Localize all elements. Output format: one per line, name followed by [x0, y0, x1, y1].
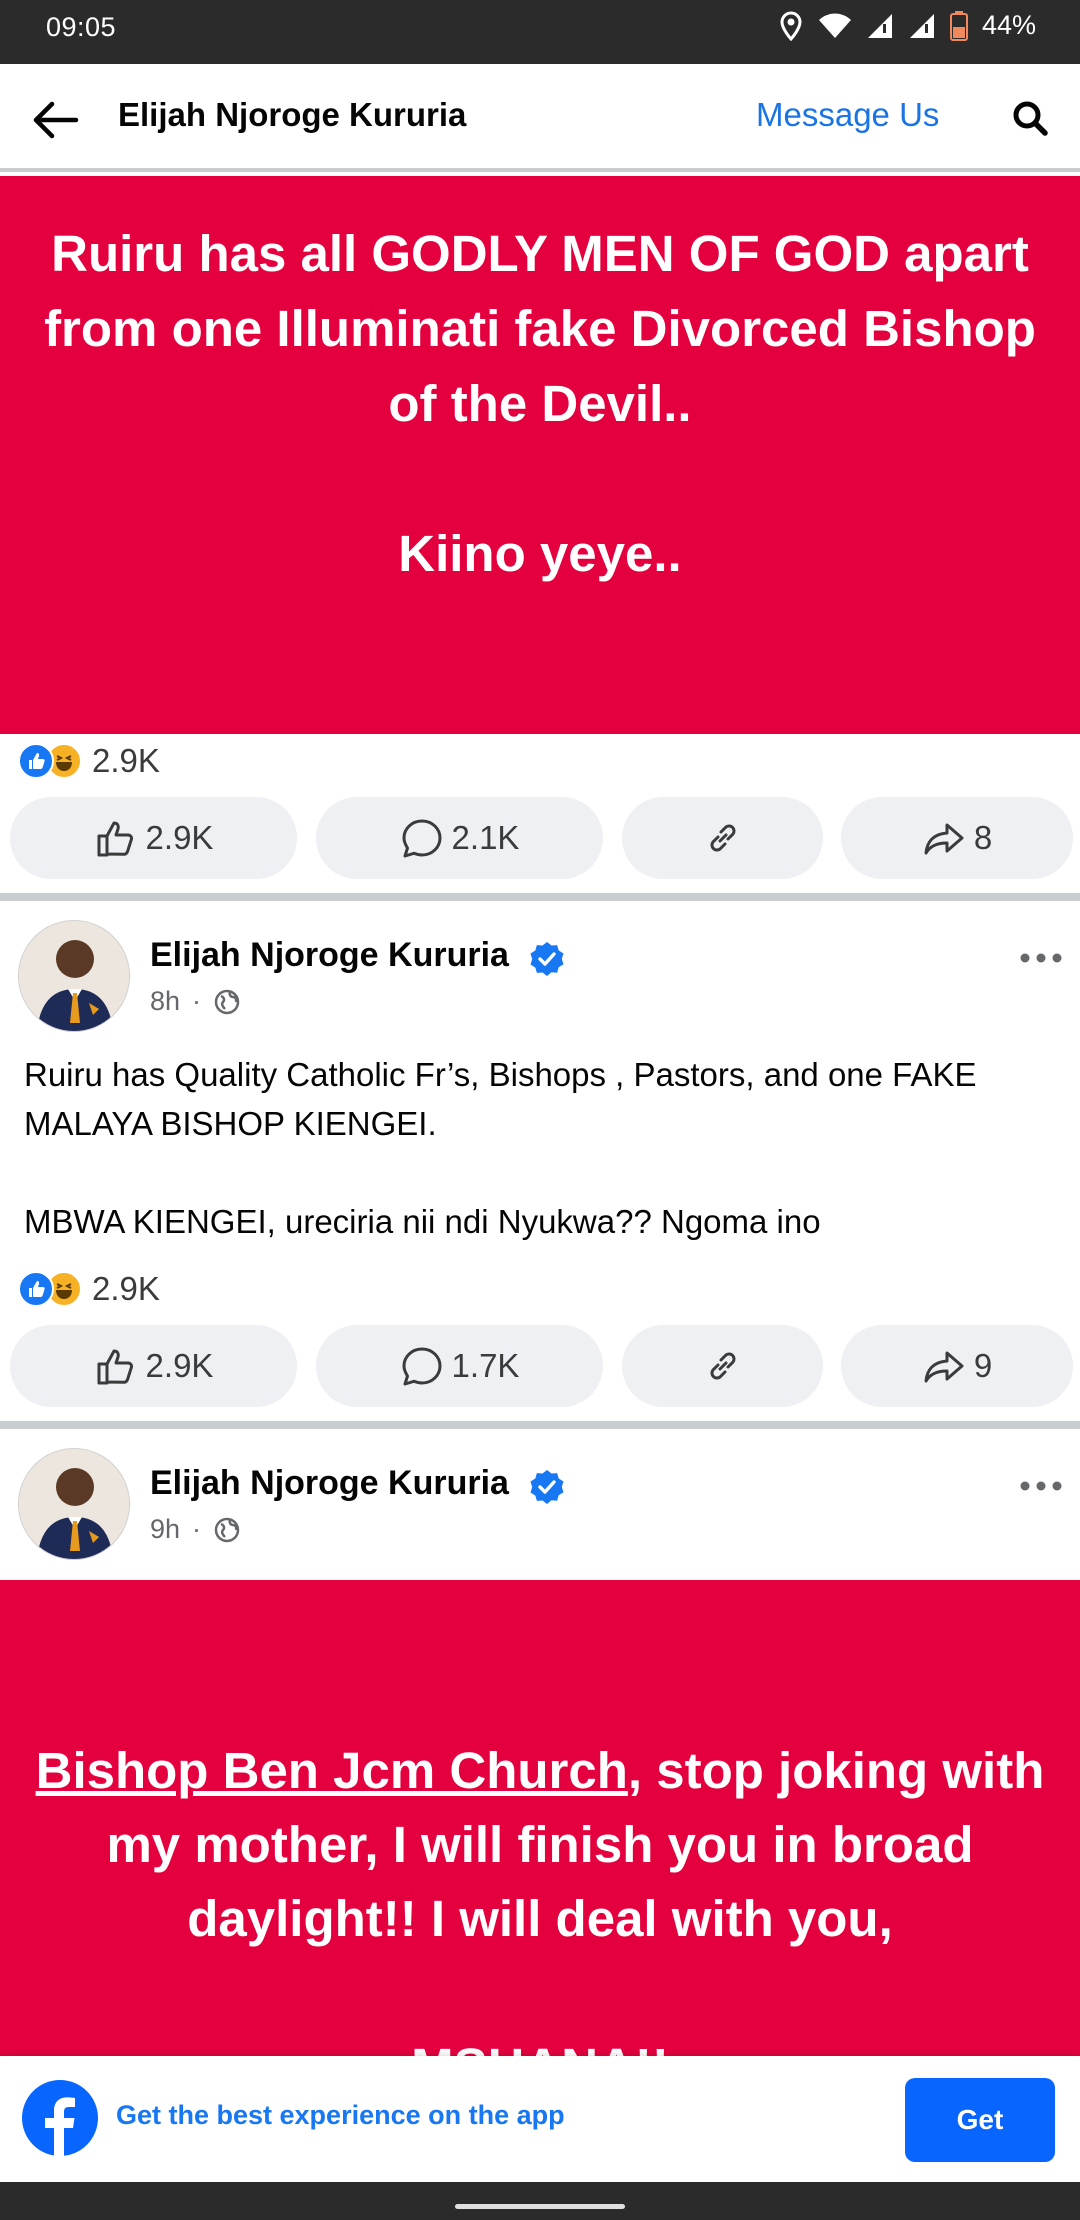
post3-partial-line: MSHANA!!: [18, 2030, 1062, 2056]
link-icon: [710, 824, 735, 852]
post2-time[interactable]: 8h: [150, 986, 180, 1017]
link-icon: [710, 1352, 735, 1380]
meta-separator: ·: [192, 1514, 202, 1544]
globe-icon: [214, 989, 240, 1014]
post1-reaction-summary[interactable]: 2.9K: [18, 742, 160, 780]
wifi-icon: [818, 12, 852, 40]
comment-icon: [402, 819, 442, 858]
post3-text-card[interactable]: Bishop Ben Jcm Church, stop joking with …: [0, 1580, 1080, 2056]
signal-icon: [866, 12, 894, 40]
post3-text: Bishop Ben Jcm Church, stop joking with …: [18, 1734, 1062, 2056]
status-icons: 44%: [778, 10, 1036, 41]
post2-share-count: 9: [973, 1347, 993, 1384]
post-divider: [0, 893, 1080, 901]
app-install-banner: Get the best experience on the app Get: [0, 2056, 1080, 2182]
meta-separator: ·: [192, 986, 202, 1016]
page-title: Elijah Njoroge Kururia: [118, 96, 467, 133]
banner-text: Get the best experience on the app: [116, 2100, 565, 2130]
message-us-link[interactable]: Message Us: [756, 96, 939, 134]
post1-share-button[interactable]: 8: [841, 797, 1073, 879]
signal-icon-2: [908, 12, 936, 40]
post3-mention-link[interactable]: Bishop Ben Jcm Church: [36, 1742, 628, 1799]
arrow-left-icon: [33, 101, 79, 139]
verified-badge-icon: [530, 1470, 564, 1504]
post2-comment-button[interactable]: 1.7K: [316, 1325, 603, 1407]
post1-text: Ruiru has all GODLY MEN OF GOD apart fro…: [44, 225, 1036, 582]
post1-text-card[interactable]: Ruiru has all GODLY MEN OF GOD apart fro…: [0, 176, 1080, 734]
like-reaction-icon: [18, 743, 54, 779]
post3-author-name[interactable]: Elijah Njoroge Kururia: [150, 1464, 509, 1503]
thumbs-up-icon: [97, 1349, 133, 1385]
post1-comment-button[interactable]: 2.1K: [316, 797, 603, 879]
post1-like-count: 2.9K: [145, 819, 214, 856]
post1-reactions-count: 2.9K: [92, 742, 160, 779]
comment-icon: [402, 1347, 442, 1386]
search-button[interactable]: [1010, 98, 1050, 138]
post3-time[interactable]: 9h: [150, 1514, 180, 1545]
post2-like-count: 2.9K: [145, 1347, 214, 1384]
post2-reaction-summary[interactable]: 2.9K: [18, 1270, 160, 1308]
post1-copy-link-button[interactable]: [622, 797, 823, 879]
post2-reactions-count: 2.9K: [92, 1270, 160, 1307]
avatar[interactable]: [18, 920, 130, 1032]
share-arrow-icon: [924, 1351, 964, 1383]
system-nav-bar: [0, 2182, 1080, 2220]
get-app-button[interactable]: Get: [905, 2078, 1055, 2162]
more-options-icon[interactable]: [1018, 1476, 1064, 1496]
status-bar: 09:05 44%: [0, 0, 1080, 64]
status-time: 09:05: [46, 12, 117, 42]
home-gesture-handle[interactable]: [455, 2204, 625, 2209]
share-arrow-icon: [924, 823, 964, 855]
location-icon: [778, 10, 804, 41]
post1-like-button[interactable]: 2.9K: [10, 797, 297, 879]
verified-badge-icon: [530, 942, 564, 976]
post2-meta: 8h ·: [150, 986, 241, 1017]
battery-icon: [949, 10, 968, 41]
post3-meta: 9h ·: [150, 1514, 241, 1545]
facebook-logo-icon: [22, 2080, 98, 2156]
app-header: Elijah Njoroge Kururia Message Us: [0, 64, 1080, 172]
post2-author-name[interactable]: Elijah Njoroge Kururia: [150, 936, 509, 975]
post2-comment-count: 1.7K: [451, 1347, 520, 1384]
thumbs-up-icon: [97, 821, 133, 857]
post1-comment-count: 2.1K: [451, 819, 520, 856]
search-icon: [1013, 101, 1048, 136]
battery-percent: 44%: [981, 10, 1036, 40]
post1-share-count: 8: [973, 819, 993, 856]
post2-copy-link-button[interactable]: [622, 1325, 823, 1407]
more-options-icon[interactable]: [1018, 948, 1064, 968]
back-button[interactable]: [28, 92, 84, 148]
post2-share-button[interactable]: 9: [841, 1325, 1073, 1407]
globe-icon: [214, 1517, 240, 1542]
post-divider: [0, 1421, 1080, 1429]
post2-like-button[interactable]: 2.9K: [10, 1325, 297, 1407]
like-reaction-icon: [18, 1271, 54, 1307]
post2-body: Ruiru has Quality Catholic Fr’s, Bishops…: [24, 1056, 977, 1240]
avatar[interactable]: [18, 1448, 130, 1560]
